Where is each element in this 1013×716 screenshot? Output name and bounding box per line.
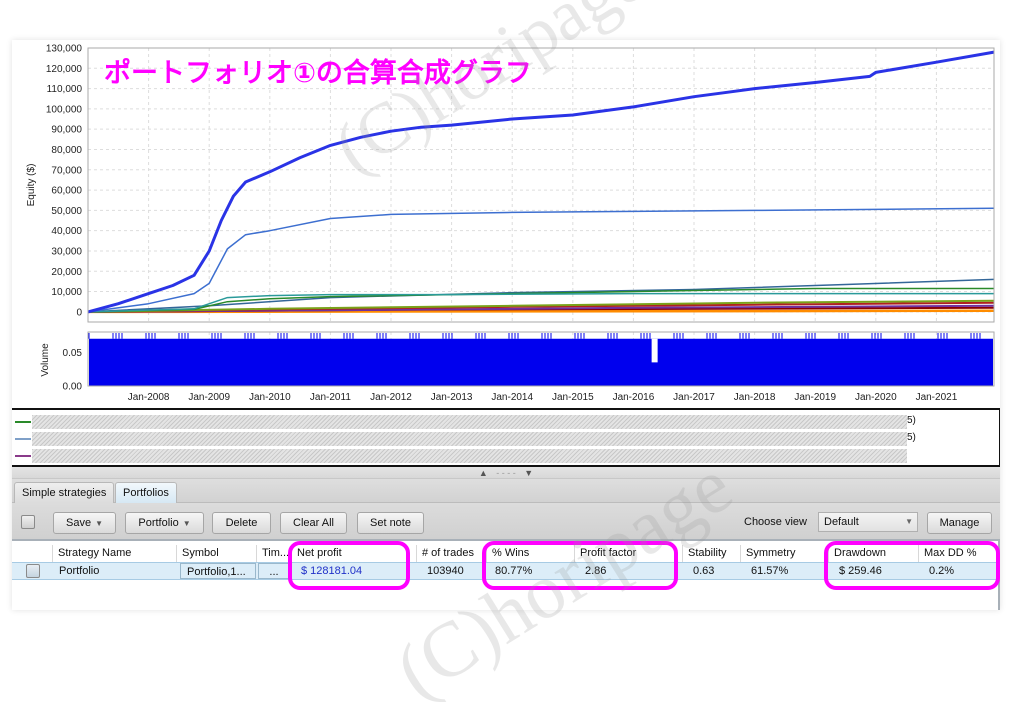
- cell-stability: 0.63: [693, 565, 715, 577]
- legend-item[interactable]: 5): [12, 432, 1000, 446]
- y-axis-label: Equity ($): [26, 164, 37, 207]
- select-all-checkbox[interactable]: [21, 515, 35, 529]
- column-header-stability[interactable]: Stability: [682, 545, 740, 562]
- row-checkbox[interactable]: [26, 564, 40, 578]
- column-header-strategy-name[interactable]: Strategy Name: [52, 545, 176, 562]
- x-tick-label: Jan-2017: [673, 392, 715, 403]
- y-tick-label: 100,000: [46, 104, 83, 115]
- x-tick-label: Jan-2011: [310, 392, 351, 403]
- app-window: 0 10,000 20,000 30,000 40,000 50,000 60,000 70,…: [12, 40, 1000, 610]
- y-tick-label: 80,000: [51, 145, 82, 156]
- y-tick-label: 0: [76, 307, 82, 318]
- x-tick-label: Jan-2021: [916, 392, 958, 403]
- portfolio-label: Portfolio: [138, 517, 179, 529]
- legend-item[interactable]: [12, 449, 1000, 463]
- x-tick-label: Jan-2010: [249, 392, 291, 403]
- chevron-down-icon: ▼: [182, 519, 191, 528]
- x-tick-label: Jan-2016: [613, 392, 655, 403]
- legend-item[interactable]: 5): [12, 415, 1000, 429]
- clear-all-button[interactable]: Clear All: [280, 512, 347, 534]
- column-header-symmetry[interactable]: Symmetry: [740, 545, 828, 562]
- chevron-down-icon: ▼: [905, 517, 913, 526]
- y-tick-label: 30,000: [51, 246, 82, 257]
- y-tick-label: 60,000: [51, 186, 82, 197]
- redacted-legend-text: [32, 449, 907, 463]
- column-header-symbol[interactable]: Symbol: [176, 545, 256, 562]
- series-line-portfolio: [87, 50, 995, 314]
- save-label: Save: [66, 517, 92, 529]
- cell-timeframe: ...: [258, 563, 290, 579]
- highlight-wins-profit-factor: [482, 541, 678, 590]
- x-tick-label: Jan-2014: [491, 392, 533, 403]
- x-tick-label: Jan-2020: [855, 392, 897, 403]
- y-tick-label: 50,000: [51, 206, 82, 217]
- x-tick-label: Jan-2009: [188, 392, 230, 403]
- cell-strategy-name: Portfolio: [59, 565, 100, 577]
- tab-simple-strategies[interactable]: Simple strategies: [14, 482, 115, 503]
- legend-swatch: [15, 421, 31, 423]
- results-tabs: Simple strategies Portfolios: [12, 479, 1000, 503]
- y-tick-label: 120,000: [46, 64, 83, 75]
- split-divider[interactable]: ▲ - - - - ▼: [12, 467, 1000, 479]
- column-header-trades[interactable]: # of trades: [416, 545, 486, 562]
- x-tick-label: Jan-2018: [734, 392, 776, 403]
- save-button[interactable]: Save ▼: [53, 512, 116, 534]
- legend-swatch: [15, 438, 31, 440]
- highlight-net-profit: [288, 541, 410, 590]
- x-tick-label: Jan-2015: [552, 392, 594, 403]
- x-tick-label: Jan-2008: [128, 392, 170, 403]
- tab-portfolios[interactable]: Portfolios: [115, 482, 177, 503]
- cell-trades: 103940: [427, 565, 464, 577]
- delete-button[interactable]: Delete: [212, 512, 271, 534]
- view-select[interactable]: Default ▼: [818, 512, 918, 532]
- y-tick-label: 10,000: [51, 287, 82, 298]
- manage-button[interactable]: Manage: [927, 512, 992, 534]
- annotation-title: ポートフォリオ①の合算合成グラフ: [104, 57, 532, 89]
- y-tick-label: 110,000: [47, 84, 83, 95]
- y-tick-label: 130,000: [46, 44, 83, 55]
- portfolio-button[interactable]: Portfolio ▼: [125, 512, 204, 534]
- equity-chart-panel: 0 10,000 20,000 30,000 40,000 50,000 60,000 70,…: [12, 40, 1000, 408]
- volume-bars: [89, 338, 993, 386]
- strategy-legend: 5) 5): [12, 408, 1000, 467]
- divider-grip[interactable]: - - - -: [496, 468, 516, 478]
- redacted-legend-text: [32, 415, 907, 429]
- main-plot-border: [87, 47, 995, 323]
- volume-tick-label: 0.05: [63, 348, 83, 359]
- volume-tick-label: 0.00: [63, 382, 83, 393]
- legend-tail-text: 5): [907, 415, 916, 426]
- chevron-down-icon: ▼: [95, 519, 103, 528]
- y-tick-label: 40,000: [51, 226, 82, 237]
- highlight-drawdown: [824, 541, 1000, 590]
- equity-chart: 0 10,000 20,000 30,000 40,000 50,000 60,000 70,…: [26, 44, 995, 403]
- x-tick-label: Jan-2013: [431, 392, 473, 403]
- view-select-value: Default: [824, 516, 859, 528]
- legend-swatch: [15, 455, 31, 457]
- cell-symmetry: 61.57%: [751, 565, 789, 577]
- y-tick-label: 20,000: [51, 267, 82, 278]
- portfolio-toolbar: Save ▼ Portfolio ▼ Delete Clear All Set no…: [12, 503, 1000, 541]
- y-tick-label: 90,000: [51, 125, 82, 136]
- choose-view-label: Choose view: [744, 516, 807, 528]
- collapse-down-icon[interactable]: ▼: [524, 468, 533, 478]
- y-tick-label: 70,000: [51, 165, 82, 176]
- x-tick-label: Jan-2012: [370, 392, 412, 403]
- volume-dip: [651, 338, 658, 363]
- x-tick-label: Jan-2019: [794, 392, 836, 403]
- series-line-strategy-a: [87, 207, 995, 313]
- column-header-timeframe[interactable]: Tim...: [256, 545, 292, 562]
- cell-symbol: Portfolio,1...: [180, 563, 256, 579]
- legend-tail-text: 5): [907, 432, 916, 443]
- volume-axis-label: Volume: [40, 343, 51, 377]
- redacted-legend-text: [32, 432, 907, 446]
- collapse-up-icon[interactable]: ▲: [479, 468, 488, 478]
- set-note-button[interactable]: Set note: [357, 512, 424, 534]
